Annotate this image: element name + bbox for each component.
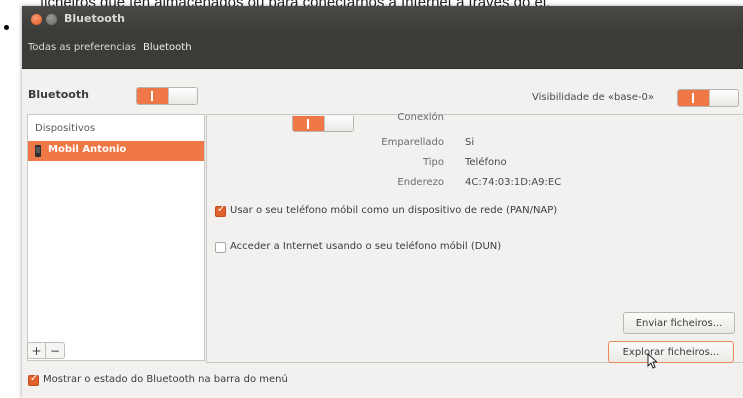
type-label: Tipo	[422, 157, 444, 168]
bluetooth-label: Bluetooth	[28, 88, 89, 101]
bluetooth-settings-window: Bluetooth Todas as preferencias Bluetoot…	[22, 6, 743, 398]
pan-checkbox-label[interactable]: Usar o seu teléfono móbil como un dispos…	[230, 205, 557, 216]
toggle-on-segment	[678, 90, 709, 106]
toggle-knob	[168, 88, 197, 104]
remove-device-button[interactable]: −	[46, 342, 65, 359]
paired-label: Emparellado	[381, 137, 444, 148]
connection-label: Conexión	[397, 112, 444, 123]
address-label: Enderezo	[397, 177, 444, 188]
send-files-button[interactable]: Enviar ficheiros...	[623, 312, 735, 334]
visibility-label: Visibilidade de «base-0»	[532, 92, 654, 103]
dun-checkbox[interactable]	[215, 242, 226, 253]
device-list-header: Dispositivos	[35, 123, 96, 134]
dun-checkbox-label[interactable]: Acceder a Internet usando o seu teléfono…	[230, 241, 501, 252]
close-window-button[interactable]	[31, 14, 42, 25]
paired-value: Si	[465, 137, 475, 148]
title-bar: Bluetooth	[22, 6, 743, 32]
type-value: Teléfono	[465, 157, 507, 168]
breadcrumb-bluetooth[interactable]: Bluetooth	[143, 42, 192, 53]
visibility-toggle[interactable]	[677, 89, 739, 107]
add-device-button[interactable]: +	[27, 342, 46, 359]
device-name: Mobil Antonio	[48, 144, 127, 155]
device-list-toolbar: + −	[27, 342, 69, 360]
mouse-cursor-icon	[647, 353, 657, 369]
window-title: Bluetooth	[64, 12, 125, 25]
address-value: 4C:74:03:1D:A9:EC	[465, 177, 562, 188]
show-status-label[interactable]: Mostrar o estado do Bluetooth na barra d…	[43, 374, 288, 385]
toggle-on-segment	[293, 116, 324, 131]
device-details-panel: Conexión Emparellado Si Tipo Teléfono En…	[206, 112, 743, 363]
connection-toggle[interactable]	[292, 116, 354, 132]
device-item-mobil-antonio[interactable]: Mobil Antonio	[28, 141, 204, 161]
toggle-knob	[324, 116, 353, 131]
bluetooth-toggle[interactable]	[136, 87, 198, 105]
list-bullet	[4, 25, 9, 30]
toggle-on-segment	[137, 88, 168, 104]
minimize-window-button[interactable]	[46, 14, 57, 25]
show-status-checkbox[interactable]	[28, 373, 39, 386]
pan-checkbox[interactable]	[215, 204, 226, 217]
all-settings-button[interactable]: Todas as preferencias	[28, 42, 136, 53]
phone-icon	[35, 145, 41, 157]
device-list[interactable]: Dispositivos Mobil Antonio	[27, 114, 205, 361]
browse-files-button[interactable]: Explorar ficheiros...	[608, 341, 734, 363]
toolbar: Todas as preferencias Bluetooth	[22, 32, 743, 69]
toggle-knob	[709, 90, 738, 106]
